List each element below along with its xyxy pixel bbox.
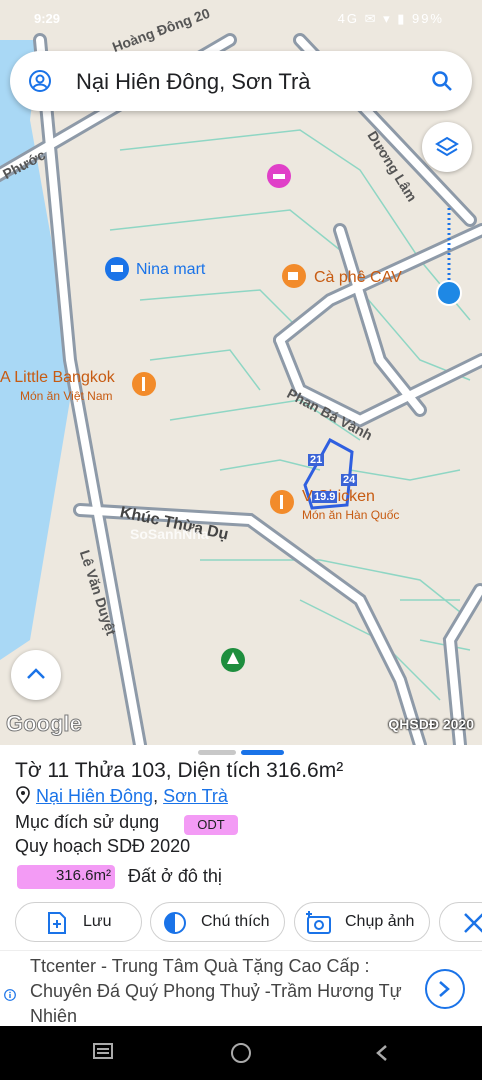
- status-icons: 4G ✉ ▾ ▮ 99%: [337, 11, 444, 26]
- parcel-title: Tờ 11 Thửa 103, Diện tích 316.6m²: [15, 759, 344, 782]
- restaurant-icon[interactable]: [130, 370, 158, 398]
- map-view[interactable]: 9:29 4G ✉ ▾ ▮ 99% Nại Hiên Đông, Sơn Trà…: [0, 0, 482, 745]
- tools-icon: [464, 913, 482, 933]
- restaurant-icon[interactable]: [268, 488, 296, 516]
- add-file-icon: [48, 912, 66, 934]
- parcel-address: Nại Hiên Đông, Sơn Trà: [16, 786, 228, 807]
- poi-v-chicken-sub: Món ăn Hàn Quốc: [302, 508, 400, 522]
- layers-icon: [435, 136, 459, 157]
- area-description: Đất ở đô thị: [128, 866, 222, 886]
- sheet-handle-active[interactable]: [241, 750, 284, 755]
- back-icon[interactable]: [370, 1042, 392, 1064]
- chevron-up-icon: [27, 668, 45, 679]
- screenshot-button[interactable]: Chụp ảnh: [294, 902, 430, 942]
- save-label: Lưu: [83, 913, 112, 930]
- expand-up-button[interactable]: [11, 650, 61, 700]
- status-time: 9:29: [34, 11, 61, 26]
- area-value: 316.6m²: [55, 867, 111, 884]
- save-button[interactable]: Lưu: [15, 902, 142, 942]
- hotel-icon[interactable]: [265, 162, 293, 190]
- status-bar: 9:29 4G ✉ ▾ ▮ 99%: [0, 0, 482, 38]
- purpose-label: Mục đích sử dụng: [15, 812, 160, 832]
- action-row: Lưu Chú thích Chụp ảnh: [15, 902, 482, 942]
- chevron-right-icon: [439, 981, 450, 997]
- search-icon[interactable]: [430, 69, 454, 93]
- sheet-handle[interactable]: [198, 750, 236, 755]
- parcel-edge-label: 21: [308, 454, 325, 466]
- area-chip: 316.6m²: [17, 865, 115, 889]
- parcel-edge-label: 19.9: [312, 491, 338, 503]
- district-link[interactable]: Sơn Trà: [163, 786, 228, 806]
- legend-label: Chú thích: [201, 913, 270, 930]
- location-pin-icon: [16, 786, 30, 805]
- coffee-icon[interactable]: [280, 262, 308, 290]
- screenshot-label: Chụp ảnh: [345, 913, 415, 930]
- legend-button[interactable]: Chú thích: [150, 902, 285, 942]
- home-icon[interactable]: [230, 1042, 252, 1064]
- ward-link[interactable]: Nại Hiên Đông: [36, 786, 153, 806]
- account-icon[interactable]: [28, 69, 52, 93]
- add-photo-icon: [306, 911, 331, 934]
- ad-text[interactable]: Ttcenter - Trung Tâm Quà Tặng Cao Cấp : …: [30, 954, 410, 1029]
- poi-a-little-bangkok-sub: Món ăn Việt Nam: [20, 389, 113, 403]
- poi-a-little-bangkok[interactable]: A Little Bangkok: [0, 369, 115, 387]
- ad-open-button[interactable]: [425, 969, 465, 1009]
- shopping-cart-icon[interactable]: [103, 255, 131, 283]
- system-nav-bar: [0, 1026, 482, 1080]
- layer-label: QHSDĐ 2020: [388, 716, 474, 732]
- contrast-icon: [164, 912, 186, 934]
- tools-button[interactable]: [439, 902, 482, 942]
- info-icon[interactable]: [4, 989, 16, 1001]
- ad-banner[interactable]: Ttcenter - Trung Tâm Quà Tặng Cao Cấp : …: [0, 950, 482, 1027]
- purpose-code-badge: ODT: [184, 815, 238, 835]
- layers-button[interactable]: [422, 122, 472, 172]
- search-input[interactable]: Nại Hiên Đông, Sơn Trà: [76, 69, 311, 95]
- watermark: SoSanhNha: [130, 526, 209, 542]
- poi-nina-mart[interactable]: Nina mart: [136, 261, 205, 279]
- park-icon[interactable]: [219, 646, 247, 674]
- parcel-edge-label: 24: [341, 474, 358, 486]
- address-separator: ,: [153, 786, 159, 806]
- info-sheet: Tờ 11 Thửa 103, Diện tích 316.6m² Nại Hi…: [0, 745, 482, 950]
- search-bar[interactable]: Nại Hiên Đông, Sơn Trà: [10, 51, 472, 111]
- recent-apps-icon[interactable]: [92, 1042, 114, 1060]
- plan-label: Quy hoạch SDĐ 2020: [15, 836, 191, 856]
- poi-ca-phe-cav[interactable]: Cà phê CAV: [314, 269, 402, 287]
- google-logo: Google: [6, 711, 83, 737]
